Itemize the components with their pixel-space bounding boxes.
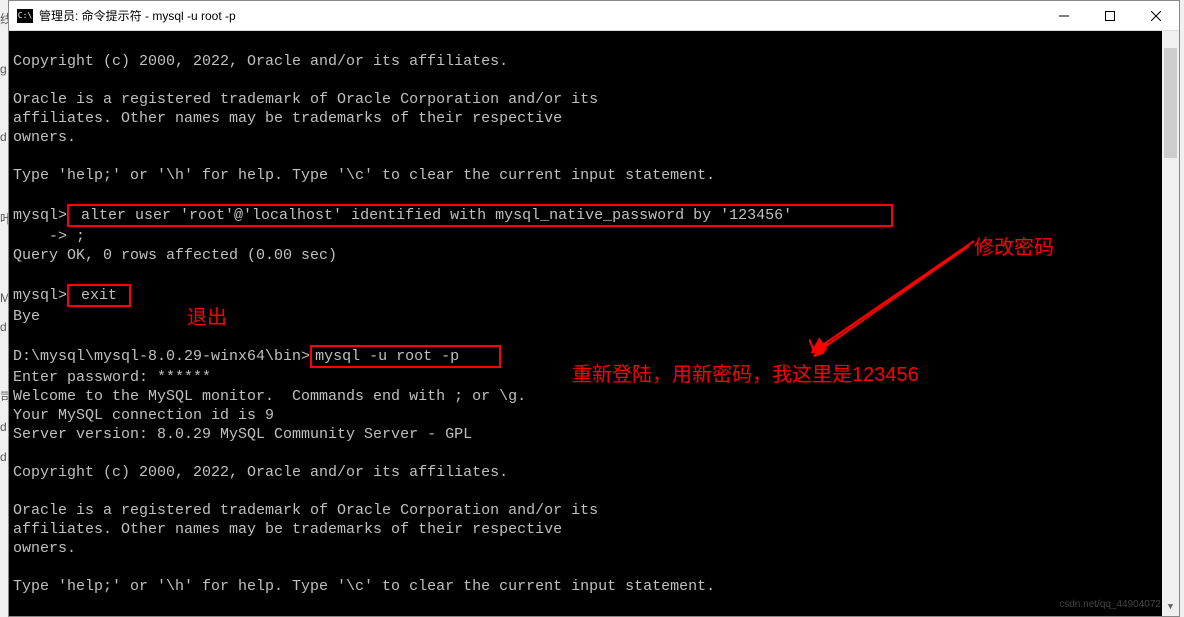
terminal-line: Type 'help;' or '\h' for help. Type '\c'… bbox=[13, 578, 715, 595]
side-char: d bbox=[0, 450, 7, 464]
cmd-icon: C:\ bbox=[17, 9, 33, 23]
terminal-line: affiliates. Other names may be trademark… bbox=[13, 110, 562, 127]
terminal-line: Copyright (c) 2000, 2022, Oracle and/or … bbox=[13, 464, 508, 481]
close-button[interactable] bbox=[1133, 1, 1179, 30]
terminal-line: Enter password: ****** bbox=[13, 369, 211, 386]
side-char: g bbox=[0, 62, 7, 76]
terminal-line: affiliates. Other names may be trademark… bbox=[13, 521, 562, 538]
scrollbar[interactable]: ▲ ▼ bbox=[1162, 31, 1179, 616]
terminal-line: owners. bbox=[13, 540, 76, 557]
terminal-line: Copyright (c) 2000, 2022, Oracle and/or … bbox=[13, 53, 508, 70]
maximize-button[interactable] bbox=[1087, 1, 1133, 30]
arrow-annotation-icon bbox=[799, 221, 979, 361]
side-char: d bbox=[0, 420, 7, 434]
terminal-line: Bye bbox=[13, 308, 40, 325]
terminal-line: Oracle is a registered trademark of Orac… bbox=[13, 91, 598, 108]
scroll-down-icon[interactable]: ▼ bbox=[1162, 599, 1179, 616]
highlighted-cmd-login: mysql -u root -p bbox=[310, 345, 501, 368]
mysql-prompt: mysql> bbox=[13, 207, 67, 224]
terminal-output[interactable]: Copyright (c) 2000, 2022, Oracle and/or … bbox=[9, 31, 1179, 616]
path-prompt: D:\mysql\mysql-8.0.29-winx64\bin> bbox=[13, 348, 310, 365]
highlighted-cmd-alter: alter user 'root'@'localhost' identified… bbox=[67, 204, 893, 227]
annotation-relogin: 重新登陆，用新密码，我这里是123456 bbox=[572, 366, 919, 385]
terminal-line: Oracle is a registered trademark of Orac… bbox=[13, 502, 598, 519]
terminal-line: Welcome to the MySQL monitor. Commands e… bbox=[13, 388, 526, 405]
terminal-line: owners. bbox=[13, 129, 76, 146]
terminal-line: -> ; bbox=[13, 228, 85, 245]
titlebar[interactable]: C:\ 管理员: 命令提示符 - mysql -u root -p bbox=[9, 1, 1179, 31]
minimize-button[interactable] bbox=[1041, 1, 1087, 30]
side-char: d bbox=[0, 320, 7, 334]
terminal-line: Your MySQL connection id is 9 bbox=[13, 407, 274, 424]
terminal-line: Query OK, 0 rows affected (0.00 sec) bbox=[13, 247, 337, 264]
highlighted-cmd-exit: exit bbox=[67, 284, 131, 307]
scroll-thumb[interactable] bbox=[1164, 48, 1177, 158]
terminal-line: Type 'help;' or '\h' for help. Type '\c'… bbox=[13, 167, 715, 184]
terminal-line: Server version: 8.0.29 MySQL Community S… bbox=[13, 426, 472, 443]
annotation-exit: 退出 bbox=[187, 309, 227, 328]
side-char: d bbox=[0, 130, 7, 144]
window-title: 管理员: 命令提示符 - mysql -u root -p bbox=[39, 7, 236, 24]
watermark: csdn.net/qq_44904072 bbox=[1059, 595, 1161, 614]
annotation-change-password: 修改密码 bbox=[974, 239, 1054, 258]
cmd-window: C:\ 管理员: 命令提示符 - mysql -u root -p Copyri… bbox=[8, 0, 1180, 617]
mysql-prompt: mysql> bbox=[13, 287, 67, 304]
